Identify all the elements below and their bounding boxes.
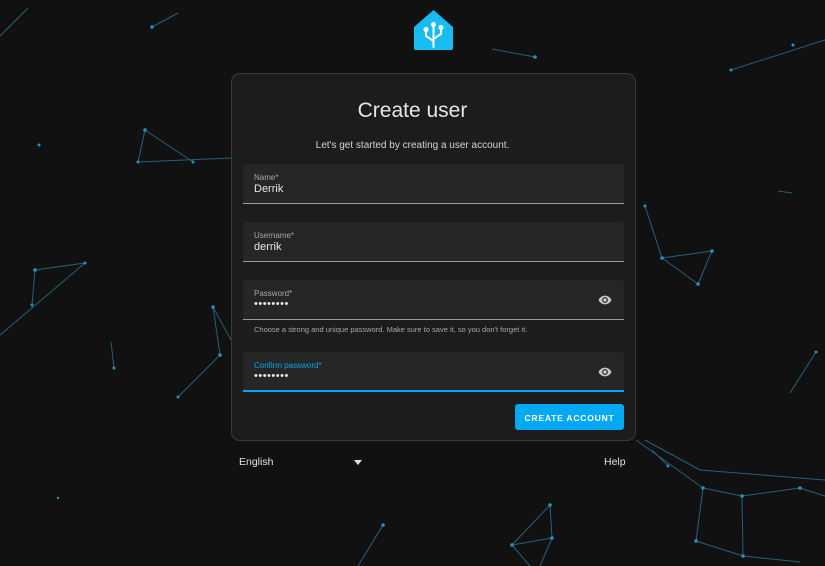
eye-icon[interactable] xyxy=(598,365,612,379)
page-title: Create user xyxy=(357,99,468,122)
eye-icon[interactable] xyxy=(598,293,612,307)
language-selector[interactable]: English xyxy=(239,456,365,470)
password-label: Password* xyxy=(254,289,293,298)
confirm-password-input[interactable]: •••••••• xyxy=(254,370,574,382)
create-account-button[interactable]: CREATE ACCOUNT xyxy=(515,404,624,430)
onboarding-page: Create user Let's get started by creatin… xyxy=(0,0,825,566)
help-link[interactable]: Help xyxy=(604,456,626,468)
name-input[interactable] xyxy=(254,183,574,195)
username-field[interactable]: Username* xyxy=(243,222,624,262)
username-input[interactable] xyxy=(254,241,574,253)
confirm-password-label: Confirm password* xyxy=(254,361,322,370)
language-label: English xyxy=(239,456,274,468)
password-input[interactable]: •••••••• xyxy=(254,298,574,310)
chevron-down-icon xyxy=(354,460,362,465)
home-assistant-logo-icon xyxy=(414,10,453,50)
confirm-password-field[interactable]: Confirm password* •••••••• xyxy=(243,352,624,392)
username-label: Username* xyxy=(254,231,295,240)
page-subtitle: Let's get started by creating a user acc… xyxy=(315,140,510,151)
name-field[interactable]: Name* xyxy=(243,164,624,204)
name-label: Name* xyxy=(254,173,279,182)
password-helper-text: Choose a strong and unique password. Mak… xyxy=(254,325,528,334)
password-field[interactable]: Password* •••••••• xyxy=(243,280,624,320)
